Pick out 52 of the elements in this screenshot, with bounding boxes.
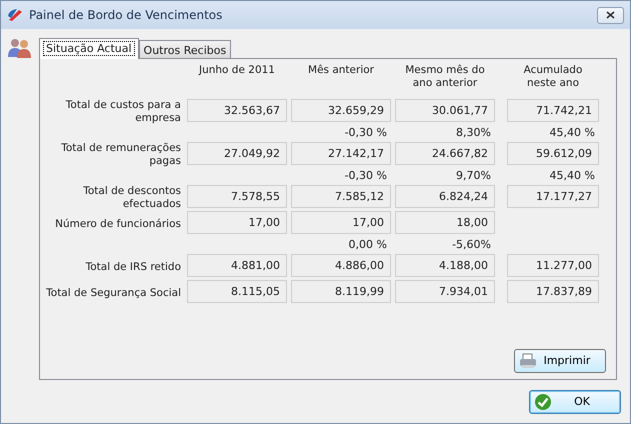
close-button[interactable] [597,6,624,24]
percent-change: 8,30% [455,125,492,141]
percent-change: -5,60% [451,237,492,253]
printer-icon [519,353,537,369]
value-field: 7.585,12 [291,185,391,208]
value-field: 17.837,89 [507,280,599,303]
value-field: 11.277,00 [507,254,599,277]
value-field: 17,00 [187,211,287,234]
window-title: Painel de Bordo de Vencimentos [29,7,222,24]
app-logo-icon [7,8,23,22]
column-header: Acumulado neste ano [522,63,584,91]
percent-change: 45,40 % [548,168,596,184]
value-field: 27.142,17 [291,142,391,165]
percent-change: -0,30 % [344,125,388,141]
value-field: 7.578,55 [187,185,287,208]
value-field: 71.742,21 [507,99,599,122]
value-field: 17,00 [291,211,391,234]
column-header: Junho de 2011 [198,63,276,78]
row-label: Total de custos para a empresa [64,99,182,125]
value-field: 32.659,29 [291,99,391,122]
column-header: Mês anterior [307,63,375,78]
value-field: 30.061,77 [395,99,495,122]
users-icon [7,37,33,59]
column-header: Mesmo mês do ano anterior [404,63,486,91]
value-field: 4.886,00 [291,254,391,277]
value-field: 32.563,67 [187,99,287,122]
tab[interactable]: Outros Recibos [138,40,232,58]
row-label: Total de remunerações pagas [60,142,182,168]
value-field: 4.881,00 [187,254,287,277]
percent-change: 9,70% [455,168,492,184]
value-field: 6.824,24 [395,185,495,208]
value-field: 59.612,09 [507,142,599,165]
value-field: 24.667,82 [395,142,495,165]
value-field: 7.934,01 [395,280,495,303]
ok-button[interactable]: OK [529,390,621,414]
value-field: 4.188,00 [395,254,495,277]
value-field: 8.115,05 [187,280,287,303]
value-field: 17.177,27 [507,185,599,208]
percent-change: 0,00 % [348,237,388,253]
close-icon [606,11,615,19]
value-field: 8.119,99 [291,280,391,303]
percent-change: -0,30 % [344,168,388,184]
tab[interactable]: Situação Actual [39,38,139,59]
row-label: Total de descontos efectuados [82,185,182,211]
value-field: 18,00 [395,211,495,234]
value-field: 27.049,92 [187,142,287,165]
row-label: Total de IRS retido [84,260,182,274]
row-label: Total de Segurança Social [46,286,182,300]
checkmark-icon [534,393,552,411]
print-button[interactable]: Imprimir [514,349,606,373]
row-label: Número de funcionários [54,216,182,232]
percent-change: 45,40 % [548,125,596,141]
